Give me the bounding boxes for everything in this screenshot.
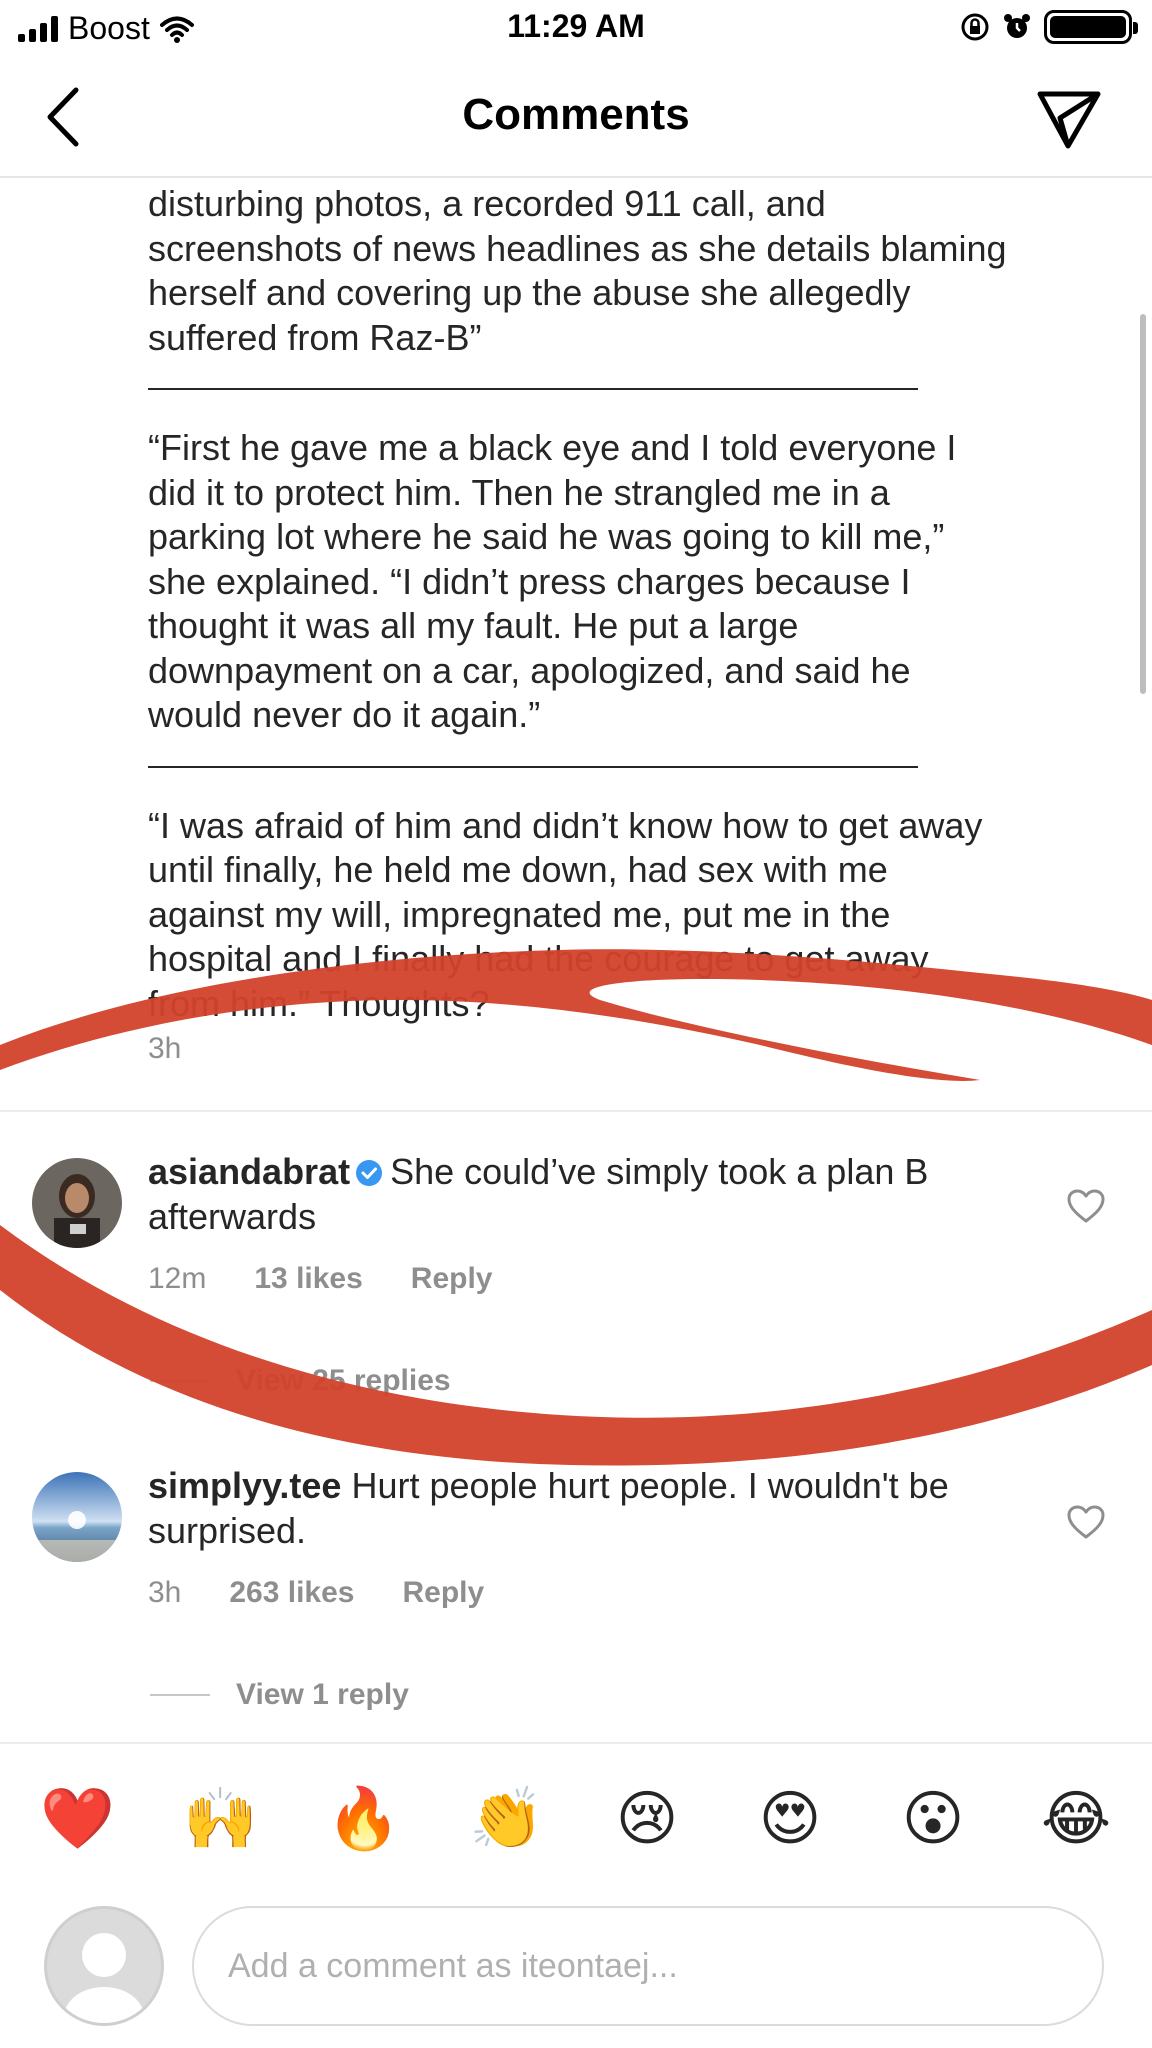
reply-button[interactable]: Reply xyxy=(403,1576,485,1610)
comment-composer xyxy=(0,1892,1152,2048)
view-replies-label: View 1 reply xyxy=(236,1678,409,1711)
emoji-surprised[interactable]: 😮 xyxy=(898,1784,968,1854)
comment-text: simplyy.tee Hurt people hurt people. I w… xyxy=(148,1464,1008,1553)
comment-likes[interactable]: 13 likes xyxy=(254,1262,362,1296)
caption-time: 3h xyxy=(148,1032,182,1065)
emoji-heart[interactable]: ❤️ xyxy=(40,1784,115,1854)
like-heart-icon[interactable] xyxy=(1066,1188,1106,1224)
alarm-icon xyxy=(1004,14,1030,38)
comment-input[interactable] xyxy=(192,1906,1104,2026)
comment-meta: 3h 263 likes Reply xyxy=(148,1576,484,1610)
replies-dash xyxy=(150,1380,210,1382)
comment-meta: 12m 13 likes Reply xyxy=(148,1262,493,1296)
view-replies-button[interactable]: View 25 replies xyxy=(150,1364,451,1398)
scrollbar[interactable] xyxy=(1140,314,1146,694)
page-title: Comments xyxy=(462,90,690,139)
comment-text: asiandabrat She could’ve simply took a pl… xyxy=(148,1150,1008,1239)
verified-badge-icon xyxy=(356,1160,383,1186)
caption-paragraph: disturbing photos, a recorded 911 call, … xyxy=(148,183,1007,358)
emoji-raised-hands[interactable]: 🙌 xyxy=(183,1784,258,1854)
emoji-clapping[interactable]: 👏 xyxy=(469,1784,544,1854)
comment-likes[interactable]: 263 likes xyxy=(229,1576,354,1610)
caption-divider xyxy=(148,765,918,768)
post-caption: disturbing photos, a recorded 911 call, … xyxy=(148,182,1128,1026)
rotation-lock-icon xyxy=(961,13,989,41)
status-right xyxy=(960,10,1138,44)
emoji-crying[interactable]: 😢 xyxy=(612,1784,682,1854)
divider xyxy=(0,1110,1152,1112)
emoji-fire[interactable]: 🔥 xyxy=(326,1784,401,1854)
reply-button[interactable]: Reply xyxy=(411,1262,493,1296)
like-heart-icon[interactable] xyxy=(1066,1504,1106,1540)
nav-bar: Comments xyxy=(0,58,1152,178)
comment-username[interactable]: asiandabrat xyxy=(148,1151,350,1192)
avatar[interactable] xyxy=(32,1158,122,1248)
my-avatar xyxy=(44,1906,164,2026)
comment-time: 3h xyxy=(148,1576,182,1609)
send-icon xyxy=(1037,91,1101,149)
default-avatar-icon xyxy=(64,1933,144,2023)
battery-icon xyxy=(1044,10,1138,44)
avatar[interactable] xyxy=(32,1472,122,1562)
view-replies-button[interactable]: View 1 reply xyxy=(150,1678,409,1712)
caption-paragraph: “First he gave me a black eye and I told… xyxy=(148,427,957,735)
emoji-reaction-bar: ❤️ 🙌 🔥 👏 😢 😍 😮 😂 xyxy=(0,1742,1152,1892)
view-replies-label: View 25 replies xyxy=(236,1364,451,1397)
replies-dash xyxy=(150,1694,210,1696)
emoji-heart-eyes[interactable]: 😍 xyxy=(755,1784,825,1854)
comment-time: 12m xyxy=(148,1262,207,1295)
emoji-laughing[interactable]: 😂 xyxy=(1041,1784,1111,1854)
caption-paragraph: “I was afraid of him and didn’t know how… xyxy=(148,804,983,1024)
share-button[interactable] xyxy=(1034,84,1104,154)
status-bar: Boost 11:29 AM xyxy=(0,0,1152,58)
comment-username[interactable]: simplyy.tee xyxy=(148,1465,341,1506)
caption-divider xyxy=(148,388,918,390)
